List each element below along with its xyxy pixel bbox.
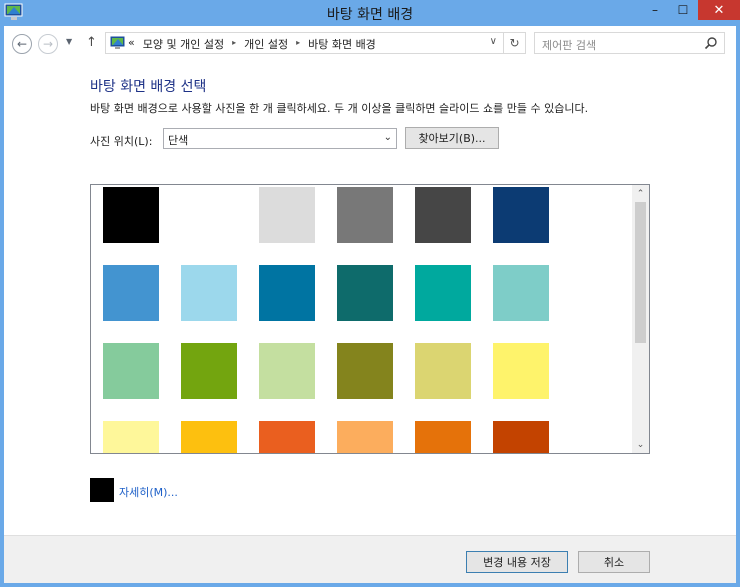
browse-button[interactable]: 찾아보기(B)... [405, 127, 499, 149]
color-swatch[interactable] [103, 343, 159, 399]
forward-button[interactable]: → [38, 34, 58, 54]
page-description: 바탕 화면 배경으로 사용할 사진을 한 개 클릭하세요. 두 개 이상을 클릭… [90, 102, 589, 115]
color-swatch[interactable] [181, 187, 237, 243]
navigation-bar: ← → ▼ ↑ « 모양 및 개인 설정 ▸ 개인 설정 ▸ 바탕 화면 배경 [4, 26, 736, 60]
close-button[interactable]: ✕ [698, 0, 740, 20]
scroll-down-icon[interactable]: ⌄ [632, 436, 649, 453]
search-icon[interactable] [704, 36, 718, 50]
color-swatch[interactable] [337, 421, 393, 453]
up-button[interactable]: ↑ [86, 35, 97, 50]
color-swatch[interactable] [259, 187, 315, 243]
chevron-down-icon[interactable]: ∨ [490, 36, 497, 47]
color-swatch[interactable] [415, 421, 471, 453]
chevron-right-icon[interactable]: ▸ [232, 36, 236, 52]
search-placeholder: 제어판 검색 [542, 39, 597, 52]
color-swatch[interactable] [259, 343, 315, 399]
color-swatch[interactable] [259, 265, 315, 321]
address-bar[interactable]: « 모양 및 개인 설정 ▸ 개인 설정 ▸ 바탕 화면 배경 ∨ ↻ [105, 32, 526, 54]
color-swatch[interactable] [415, 187, 471, 243]
color-swatch[interactable] [493, 343, 549, 399]
breadcrumb-item-desktop-background[interactable]: 바탕 화면 배경 [308, 36, 376, 52]
color-swatch[interactable] [103, 421, 159, 453]
window-client-area: ← → ▼ ↑ « 모양 및 개인 설정 ▸ 개인 설정 ▸ 바탕 화면 배경 [4, 26, 736, 583]
vertical-scrollbar[interactable]: ⌃ ⌄ [632, 185, 649, 453]
picture-location-label: 사진 위치(L): [90, 135, 153, 148]
picture-location-select[interactable]: 단색 ⌄ [163, 128, 397, 149]
selected-color-preview [90, 478, 114, 502]
color-swatch[interactable] [337, 265, 393, 321]
color-swatch[interactable] [415, 265, 471, 321]
color-swatch[interactable] [103, 187, 159, 243]
search-input[interactable]: 제어판 검색 [534, 32, 725, 54]
desktop-background-window: 바탕 화면 배경 – ☐ ✕ ← → ▼ ↑ « 모양 및 개인 설정 ▸ 개인… [0, 0, 740, 587]
window-title: 바탕 화면 배경 [326, 7, 414, 23]
maximize-button[interactable]: ☐ [670, 0, 696, 20]
color-swatch[interactable] [181, 343, 237, 399]
color-swatch[interactable] [493, 265, 549, 321]
breadcrumb: « 모양 및 개인 설정 ▸ 개인 설정 ▸ 바탕 화면 배경 [128, 36, 376, 52]
chevron-down-icon[interactable]: ⌄ [384, 132, 392, 143]
recent-locations-dropdown[interactable]: ▼ [66, 37, 72, 46]
color-swatch[interactable] [337, 343, 393, 399]
color-swatch-gallery: ⌃ ⌄ [90, 184, 650, 454]
scroll-up-icon[interactable]: ⌃ [632, 185, 649, 202]
save-changes-button[interactable]: 변경 내용 저장 [466, 551, 568, 573]
color-swatch[interactable] [181, 265, 237, 321]
color-swatch[interactable] [337, 187, 393, 243]
color-swatch[interactable] [181, 421, 237, 453]
color-swatch[interactable] [493, 187, 549, 243]
color-swatch[interactable] [259, 421, 315, 453]
breadcrumb-overflow[interactable]: « [128, 36, 135, 52]
minimize-button[interactable]: – [640, 0, 670, 20]
scrollbar-thumb[interactable] [635, 202, 646, 343]
color-swatch[interactable] [493, 421, 549, 453]
back-button[interactable]: ← [12, 34, 32, 54]
page-title: 바탕 화면 배경 선택 [90, 79, 207, 95]
footer-bar: 변경 내용 저장 취소 [4, 535, 736, 583]
picture-location-value: 단색 [168, 134, 189, 147]
chevron-right-icon[interactable]: ▸ [296, 36, 300, 52]
control-panel-icon [110, 36, 125, 49]
breadcrumb-item-personalization[interactable]: 개인 설정 [244, 36, 288, 52]
title-bar[interactable]: 바탕 화면 배경 – ☐ ✕ [0, 0, 740, 26]
color-swatch[interactable] [103, 265, 159, 321]
cancel-button[interactable]: 취소 [578, 551, 650, 573]
refresh-button[interactable]: ↻ [503, 33, 525, 53]
breadcrumb-item-appearance[interactable]: 모양 및 개인 설정 [143, 36, 224, 52]
color-swatch[interactable] [415, 343, 471, 399]
more-details-link[interactable]: 자세히(M)... [119, 484, 178, 500]
